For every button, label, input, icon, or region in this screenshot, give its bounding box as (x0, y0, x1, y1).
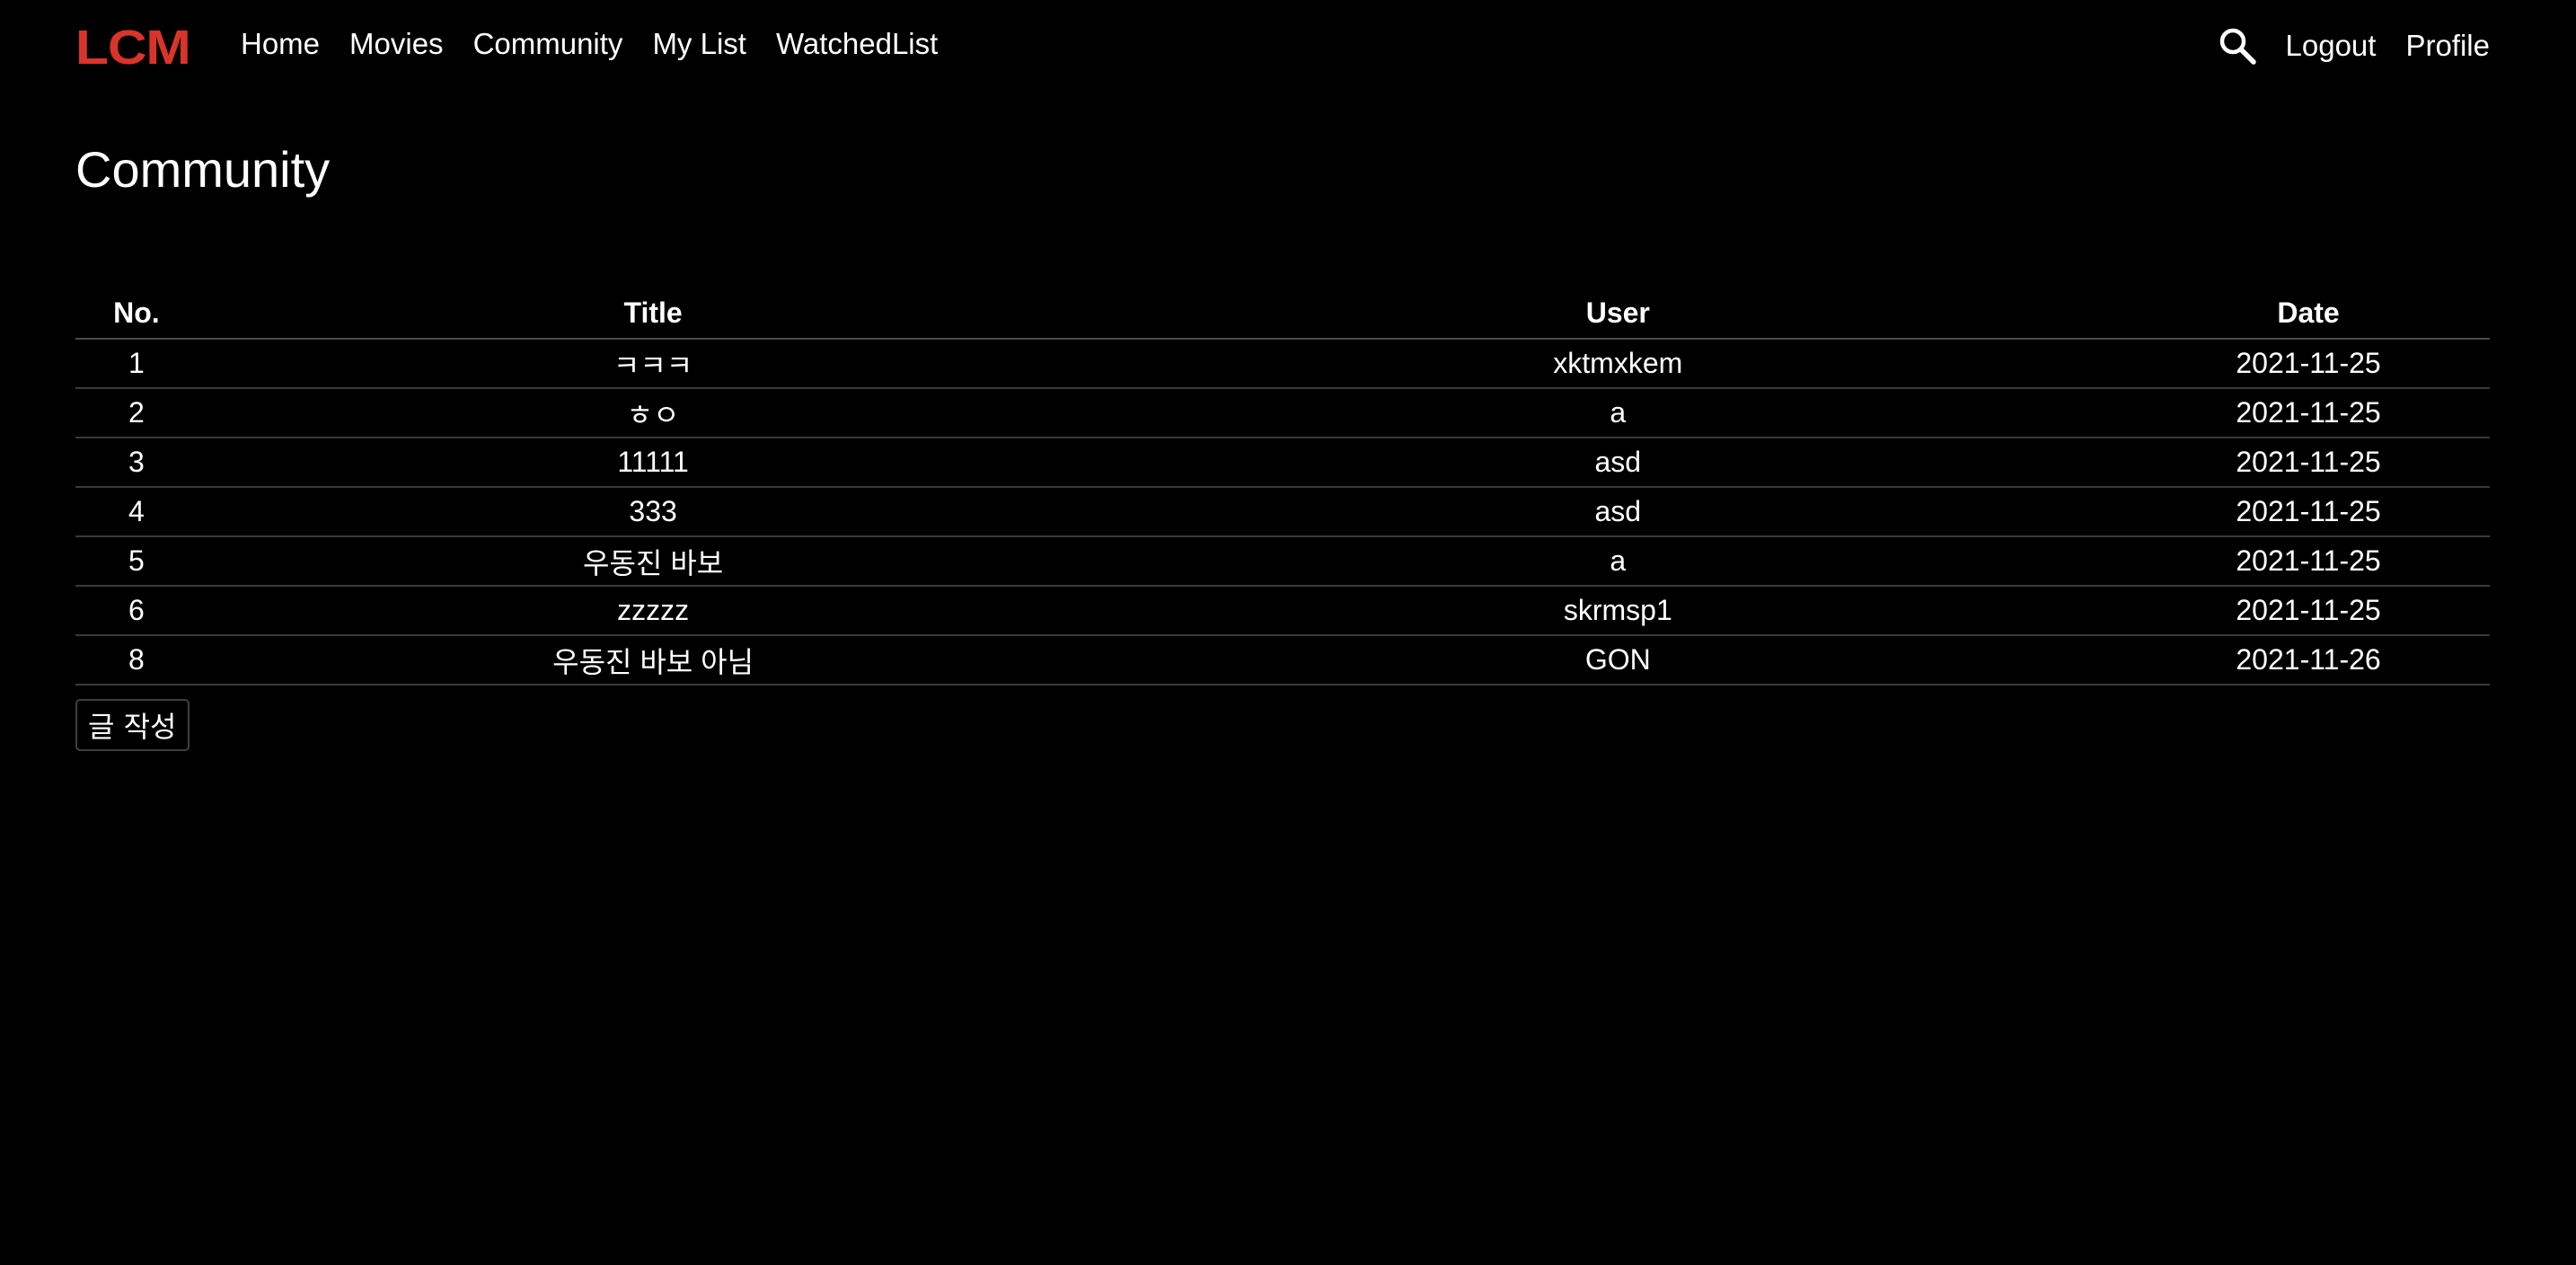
nav-links: Home Movies Community My List WatchedLis… (241, 27, 938, 61)
nav-community[interactable]: Community (473, 27, 623, 61)
community-table-wrap: No. Title User Date 1 ㅋㅋㅋ xktmxkem 2021-… (75, 288, 2490, 686)
nav-right: Logout Profile (2219, 27, 2490, 65)
write-post-button[interactable]: 글 작성 (75, 699, 190, 751)
cell-no: 1 (75, 339, 198, 389)
cell-title[interactable]: zzzzz (197, 586, 1109, 636)
cell-title[interactable]: ㅎㅇ (197, 388, 1109, 438)
table-row[interactable]: 5 우동진 바보 a 2021-11-25 (75, 536, 2490, 587)
community-table: No. Title User Date 1 ㅋㅋㅋ xktmxkem 2021-… (75, 288, 2490, 686)
cell-user: skrmsp1 (1108, 586, 2128, 636)
cell-user: GON (1108, 635, 2128, 686)
cell-user: a (1108, 388, 2128, 438)
brand-logo[interactable]: LCM (75, 20, 191, 75)
cell-user: a (1108, 536, 2128, 587)
table-row[interactable]: 1 ㅋㅋㅋ xktmxkem 2021-11-25 (75, 339, 2490, 389)
cell-no: 2 (75, 388, 198, 438)
header-date: Date (2127, 288, 2490, 340)
header-no: No. (75, 288, 198, 340)
cell-no: 5 (75, 536, 198, 587)
cell-user: xktmxkem (1108, 339, 2128, 389)
table-row[interactable]: 6 zzzzz skrmsp1 2021-11-25 (75, 586, 2490, 636)
table-row[interactable]: 8 우동진 바보 아님 GON 2021-11-26 (75, 635, 2490, 686)
cell-date: 2021-11-25 (2127, 388, 2490, 438)
cell-date: 2021-11-26 (2127, 635, 2490, 686)
header-user: User (1108, 288, 2128, 340)
cell-date: 2021-11-25 (2127, 339, 2490, 389)
table-row[interactable]: 4 333 asd 2021-11-25 (75, 487, 2490, 537)
cell-no: 8 (75, 635, 198, 686)
search-icon[interactable] (2219, 27, 2256, 65)
nav-logout[interactable]: Logout (2286, 29, 2377, 63)
top-navbar: LCM Home Movies Community My List Watche… (0, 0, 2576, 93)
cell-date: 2021-11-25 (2127, 536, 2490, 587)
header-title: Title (197, 288, 1109, 340)
table-row[interactable]: 2 ㅎㅇ a 2021-11-25 (75, 388, 2490, 438)
page-title: Community (75, 141, 331, 198)
cell-date: 2021-11-25 (2127, 438, 2490, 488)
cell-user: asd (1108, 438, 2128, 488)
nav-profile[interactable]: Profile (2405, 29, 2490, 63)
cell-title[interactable]: 333 (197, 487, 1109, 537)
table-row[interactable]: 3 11111 asd 2021-11-25 (75, 438, 2490, 488)
cell-date: 2021-11-25 (2127, 487, 2490, 537)
cell-no: 6 (75, 586, 198, 636)
nav-movies[interactable]: Movies (349, 27, 444, 61)
cell-user: asd (1108, 487, 2128, 537)
table-header-row: No. Title User Date (75, 288, 2490, 340)
cell-date: 2021-11-25 (2127, 586, 2490, 636)
cell-title[interactable]: 우동진 바보 아님 (197, 635, 1109, 686)
nav-home[interactable]: Home (241, 27, 320, 61)
cell-no: 4 (75, 487, 198, 537)
cell-title[interactable]: 11111 (197, 438, 1109, 488)
cell-no: 3 (75, 438, 198, 488)
cell-title[interactable]: ㅋㅋㅋ (197, 339, 1109, 389)
nav-my-list[interactable]: My List (652, 27, 746, 61)
cell-title[interactable]: 우동진 바보 (197, 536, 1109, 587)
nav-watchedlist[interactable]: WatchedList (776, 27, 938, 61)
